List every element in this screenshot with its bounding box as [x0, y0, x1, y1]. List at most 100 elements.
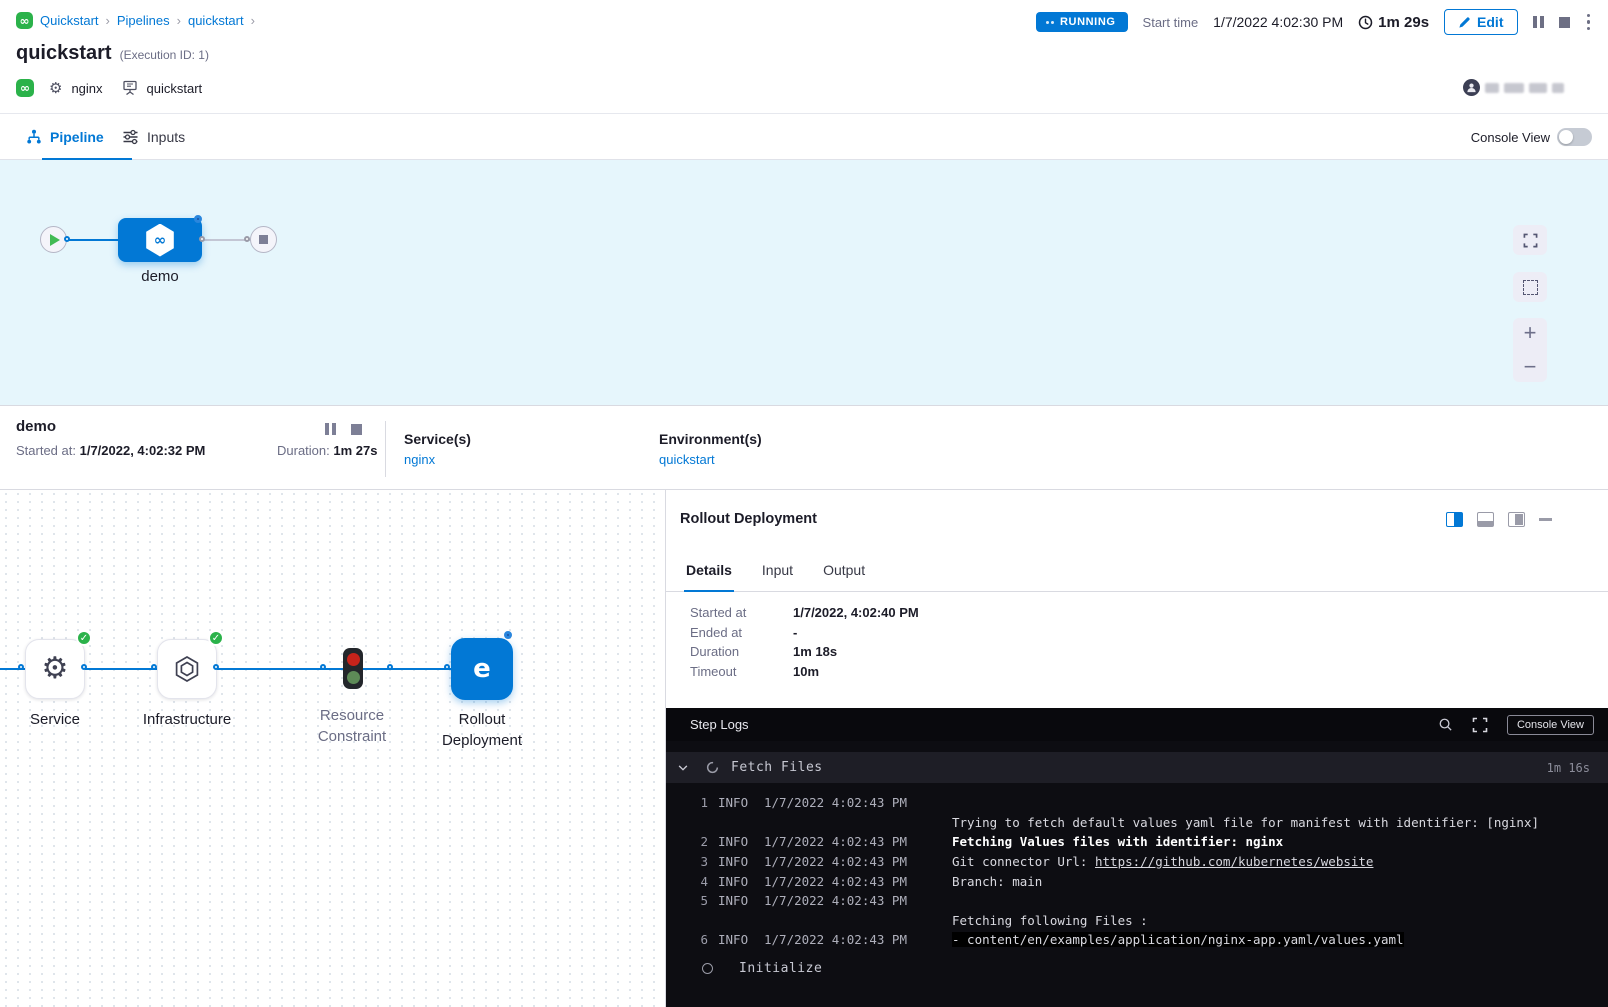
page-title: quickstart — [16, 42, 112, 65]
service-tag[interactable]: nginx — [71, 81, 102, 96]
success-check-badge: ✓ — [208, 630, 224, 646]
layout-bottom-split-button[interactable] — [1477, 512, 1494, 527]
log-line: 3INFO1/7/2022 4:02:43 PMGit connector Ur… — [666, 852, 1608, 872]
divider — [385, 421, 386, 477]
git-url-link[interactable]: https://github.com/kubernetes/website — [1095, 854, 1373, 869]
layout-docked-button[interactable] — [1508, 512, 1525, 527]
environment-tag[interactable]: quickstart — [147, 81, 203, 96]
pending-circle-icon — [702, 963, 713, 974]
step-running-badge — [504, 631, 512, 639]
log-line: 1INFO1/7/2022 4:02:43 PM — [666, 793, 1608, 813]
logs-console-view-button[interactable]: Console View — [1507, 715, 1594, 735]
app-root: ∞ Quickstart › Pipelines › quickstart › … — [0, 0, 1608, 1007]
breadcrumb-pipeline-name[interactable]: quickstart — [188, 13, 244, 28]
tab-inputs[interactable]: Inputs — [122, 114, 185, 160]
connector-dot — [320, 664, 326, 670]
stop-icon — [259, 235, 268, 244]
more-options-button[interactable] — [1585, 12, 1593, 33]
play-icon — [50, 234, 60, 246]
breadcrumb-pipelines[interactable]: Pipelines — [117, 13, 170, 28]
stage-pause-button[interactable] — [325, 423, 336, 435]
zoom-out-button[interactable]: − — [1524, 350, 1537, 384]
status-badge: RUNNING — [1036, 12, 1128, 32]
environment-link[interactable]: quickstart — [659, 452, 762, 467]
pipeline-end-node[interactable] — [250, 226, 277, 253]
green-light-icon — [347, 671, 360, 684]
log-section-initialize[interactable]: Initialize — [666, 953, 1608, 984]
canvas-fullscreen-button[interactable] — [1513, 225, 1547, 255]
stage-info-bar: demo Started at: 1/7/2022, 4:02:32 PM Du… — [0, 405, 1608, 490]
redacted-text — [1504, 83, 1524, 93]
environments-label: Environment(s) — [659, 431, 762, 447]
console-view-toggle[interactable] — [1557, 128, 1592, 146]
log-section-duration: 1m 16s — [1547, 761, 1590, 775]
step-node-infrastructure[interactable] — [157, 639, 217, 699]
canvas-select-button[interactable] — [1513, 272, 1547, 302]
log-line: 4INFO1/7/2022 4:02:43 PMBranch: main — [666, 871, 1608, 891]
detail-row: Ended at- — [690, 626, 919, 640]
services-label: Service(s) — [404, 431, 471, 447]
step-logs-console: Step Logs Console View Fetch Files 1m 16… — [666, 708, 1608, 1007]
log-section-title: Fetch Files — [731, 760, 823, 775]
connector-dot — [387, 664, 393, 670]
tab-output[interactable]: Output — [821, 562, 867, 591]
person-icon — [1466, 82, 1477, 93]
log-line: 2INFO1/7/2022 4:02:43 PMFetching Values … — [666, 832, 1608, 852]
canvas-zoom-controls: + − — [1513, 318, 1547, 382]
tab-input[interactable]: Input — [760, 562, 795, 591]
stage-started: Started at: 1/7/2022, 4:02:32 PM — [16, 443, 205, 458]
stop-execution-button[interactable] — [1559, 17, 1570, 28]
pipeline-canvas[interactable]: ∞ demo + − — [0, 160, 1608, 405]
expand-logs-icon[interactable] — [1472, 717, 1488, 733]
layout-right-split-button[interactable] — [1446, 512, 1463, 527]
stage-node-demo[interactable]: ∞ — [118, 218, 202, 262]
harness-cd-icon: ∞ — [16, 12, 33, 29]
log-lines: 1INFO1/7/2022 4:02:43 PM Trying to fetch… — [666, 793, 1608, 950]
success-check-badge: ✓ — [76, 630, 92, 646]
step-logs-title: Step Logs — [690, 717, 749, 732]
stage-stop-button[interactable] — [351, 424, 362, 435]
clock-icon — [1358, 15, 1373, 30]
page-header: ∞ Quickstart › Pipelines › quickstart › … — [0, 0, 1608, 113]
connector-dot — [199, 236, 205, 242]
details-table: Started at1/7/2022, 4:02:40 PM Ended at-… — [690, 606, 919, 678]
cd-stage-icon: ∞ — [145, 224, 175, 257]
environment-icon — [122, 80, 138, 96]
search-icon[interactable] — [1438, 717, 1453, 732]
tab-details[interactable]: Details — [684, 562, 734, 592]
user-avatar — [1463, 79, 1480, 96]
pause-execution-button[interactable] — [1533, 16, 1544, 28]
breadcrumb-quickstart[interactable]: Quickstart — [40, 13, 99, 28]
header-actions: RUNNING Start time 1/7/2022 4:02:30 PM 1… — [1036, 9, 1592, 35]
service-gear-icon: ⚙ — [49, 79, 62, 97]
step-node-service[interactable]: ⚙ — [25, 639, 85, 699]
rollout-step-icon: e — [473, 654, 491, 684]
detail-row: Timeout10m — [690, 665, 919, 679]
pipeline-icon — [26, 129, 42, 145]
tab-pipeline[interactable]: Pipeline — [26, 114, 104, 160]
step-details-panel: Rollout Deployment Details Input Output … — [666, 490, 1608, 1007]
zoom-in-button[interactable]: + — [1524, 316, 1537, 350]
chevron-right-icon: › — [177, 13, 181, 28]
connector-dot — [444, 664, 450, 670]
breadcrumb: ∞ Quickstart › Pipelines › quickstart › — [16, 12, 255, 29]
execution-graph[interactable]: ⚙ ✓ ✓ e Service Infrastructure Resource … — [0, 490, 666, 1007]
title-row: quickstart (Execution ID: 1) — [16, 42, 209, 65]
execution-id: (Execution ID: 1) — [120, 48, 209, 62]
stage-running-badge — [194, 215, 202, 223]
log-section-title: Initialize — [739, 961, 822, 976]
log-section-fetch-files[interactable]: Fetch Files 1m 16s — [666, 752, 1608, 783]
minimize-panel-button[interactable] — [1539, 518, 1552, 521]
stage-name: demo — [16, 418, 56, 435]
step-node-resource-constraint[interactable] — [343, 648, 363, 689]
pipeline-start-node[interactable] — [40, 226, 67, 253]
start-time-value: 1/7/2022 4:02:30 PM — [1213, 14, 1343, 30]
service-link[interactable]: nginx — [404, 452, 471, 467]
step-logs-header: Step Logs Console View — [666, 708, 1608, 741]
redacted-text — [1552, 83, 1564, 93]
step-node-rollout-deployment[interactable]: e — [451, 638, 513, 700]
step-label-rollout-deployment: Rollout Deployment — [422, 709, 542, 751]
console-view-label: Console View — [1471, 114, 1550, 160]
log-line: Trying to fetch default values yaml file… — [666, 813, 1608, 833]
edit-button[interactable]: Edit — [1444, 9, 1517, 35]
